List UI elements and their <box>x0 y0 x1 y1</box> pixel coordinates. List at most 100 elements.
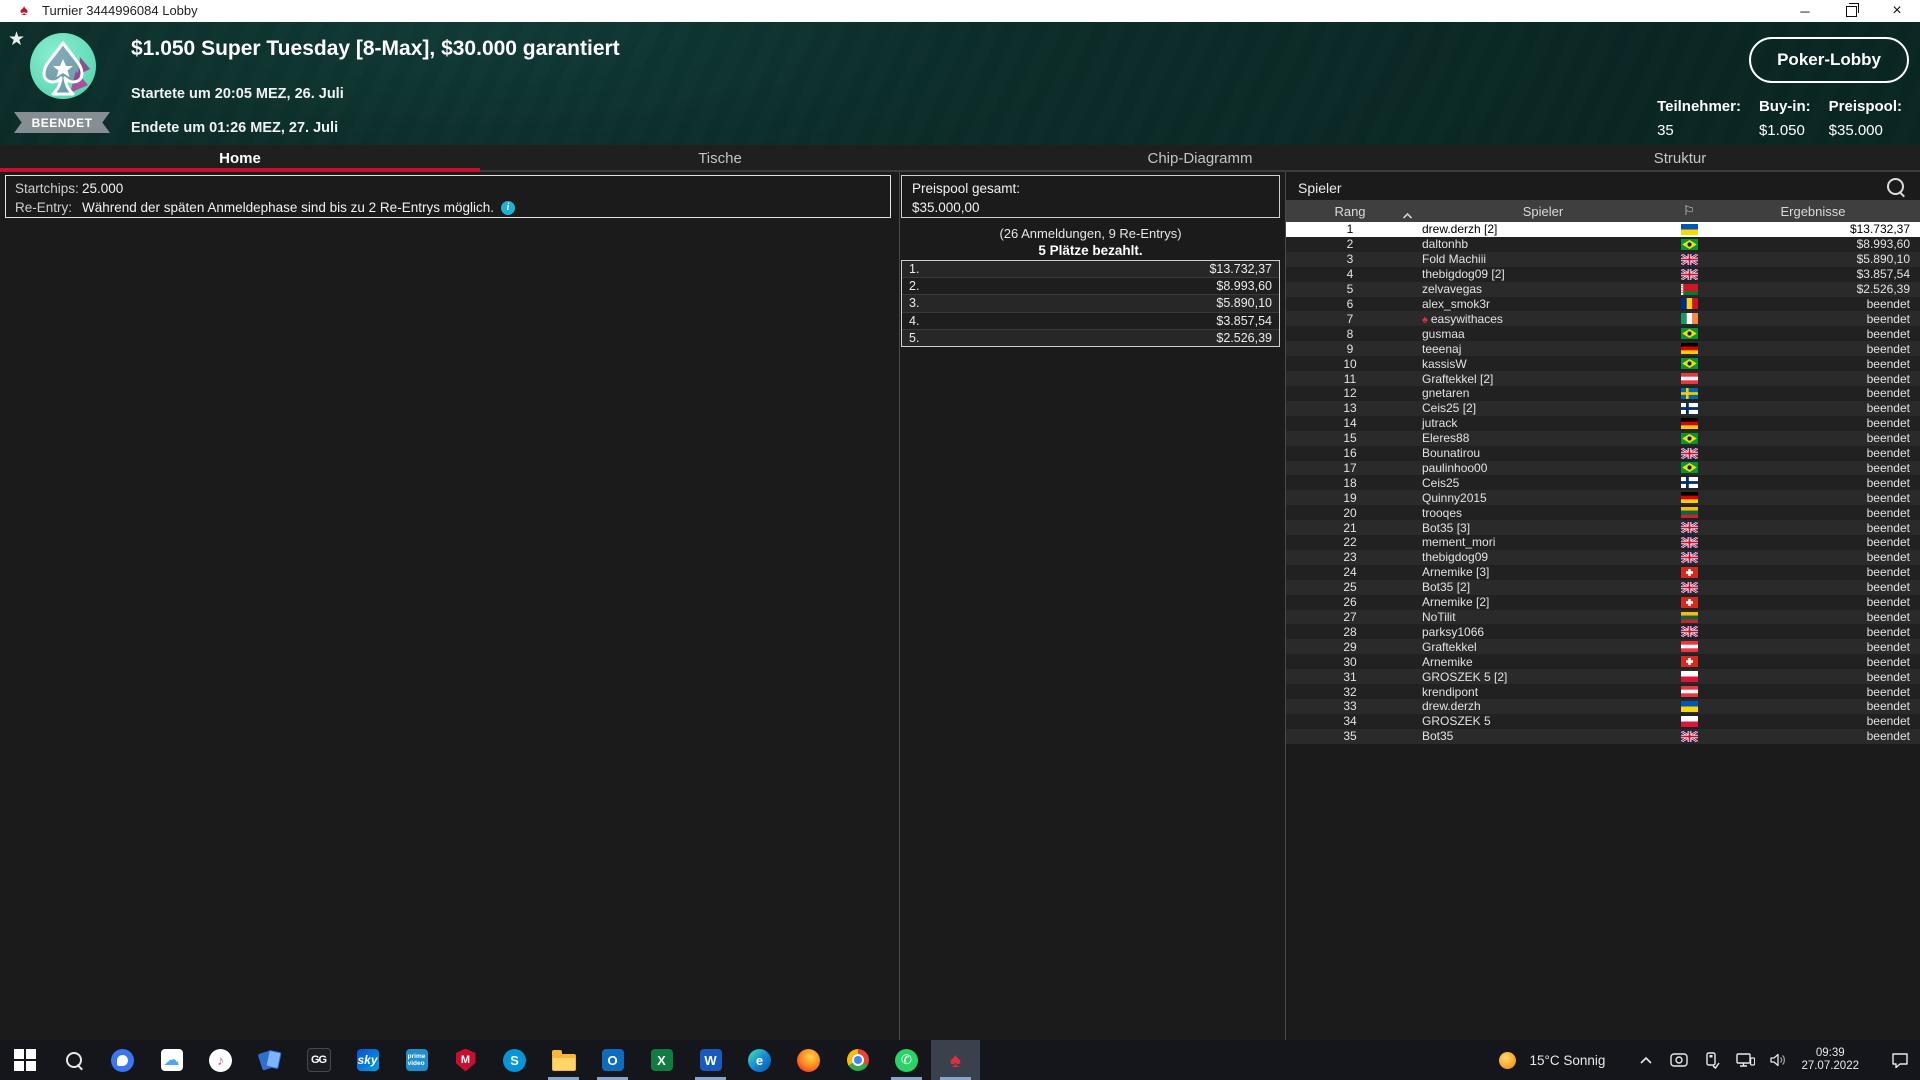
player-row-5[interactable]: 5zelvavegas$2.526,39 <box>1286 282 1920 297</box>
end-time-text: Endete um 01:26 MEZ, 27. Juli <box>131 120 338 136</box>
player-row-34[interactable]: 34GROSZEK 5beendet <box>1286 714 1920 729</box>
flag-poland-icon <box>1672 671 1706 682</box>
player-row-23[interactable]: 23thebigdog09beendet <box>1286 550 1920 565</box>
taskbar-start-icon[interactable] <box>0 1040 49 1080</box>
player-row-24[interactable]: 24Arnemike [3]beendet <box>1286 565 1920 580</box>
taskbar-file-explorer-icon[interactable] <box>539 1040 588 1080</box>
search-icon[interactable] <box>1887 178 1904 195</box>
player-row-25[interactable]: 25Bot35 [2]beendet <box>1286 580 1920 595</box>
player-row-8[interactable]: 8gusmaabeendet <box>1286 326 1920 341</box>
player-row-3[interactable]: 3Fold Machiii$5.890,10 <box>1286 252 1920 267</box>
tab-chip-diagramm[interactable]: Chip-Diagramm <box>960 145 1440 172</box>
taskbar-firefox-icon[interactable] <box>784 1040 833 1080</box>
column-header-flag[interactable]: ⚐ <box>1672 203 1706 219</box>
restore-button[interactable] <box>1828 0 1874 22</box>
player-result: beendet <box>1706 655 1920 669</box>
network-icon[interactable] <box>1735 1052 1755 1068</box>
player-row-6[interactable]: 6alex_smok3rbeendet <box>1286 297 1920 312</box>
player-row-30[interactable]: 30Arnemikebeendet <box>1286 654 1920 669</box>
player-row-15[interactable]: 15Eleres88beendet <box>1286 431 1920 446</box>
player-name: GROSZEK 5 <box>1414 714 1672 728</box>
player-row-35[interactable]: 35Bot35beendet <box>1286 729 1920 744</box>
tray-expand-chevron-icon[interactable] <box>1636 1056 1656 1065</box>
taskbar-excel-icon[interactable]: X <box>637 1040 686 1080</box>
player-row-16[interactable]: 16Bounatiroubeendet <box>1286 446 1920 461</box>
player-name: gnetaren <box>1414 386 1672 400</box>
player-rank: 10 <box>1286 357 1414 371</box>
player-row-19[interactable]: 19Quinny2015beendet <box>1286 490 1920 505</box>
taskbar-word-icon[interactable]: W <box>686 1040 735 1080</box>
lobby-content: Startchips:25.000Re-Entry:Während der sp… <box>0 172 1920 1040</box>
player-rank: 6 <box>1286 297 1414 311</box>
taskbar-pokerstars-icon[interactable]: ♠ <box>931 1040 980 1080</box>
taskbar-icloud-icon[interactable]: ☁ <box>147 1040 196 1080</box>
player-row-29[interactable]: 29Graftekkelbeendet <box>1286 639 1920 654</box>
player-name: jutrack <box>1414 416 1672 430</box>
player-result: beendet <box>1706 431 1920 445</box>
info-icon[interactable]: i <box>501 201 515 215</box>
player-name: Arnemike <box>1414 655 1672 669</box>
player-result: beendet <box>1706 297 1920 311</box>
player-row-11[interactable]: 11Graftekkel [2]beendet <box>1286 371 1920 386</box>
player-rank: 4 <box>1286 267 1414 281</box>
player-row-28[interactable]: 28parksy1066beendet <box>1286 624 1920 639</box>
taskbar-edge-icon[interactable]: e <box>735 1040 784 1080</box>
taskbar-itunes-icon[interactable]: ♪ <box>196 1040 245 1080</box>
player-row-12[interactable]: 12gnetarenbeendet <box>1286 386 1920 401</box>
player-result: beendet <box>1706 446 1920 460</box>
usb-device-icon[interactable] <box>1702 1052 1722 1069</box>
taskbar-whatsapp-icon[interactable]: ✆ <box>882 1040 931 1080</box>
player-rank: 33 <box>1286 699 1414 713</box>
flag-uk-icon <box>1672 537 1706 548</box>
tab-tische[interactable]: Tische <box>480 145 960 172</box>
player-row-1[interactable]: 1drew.derzh [2]$13.732,37 <box>1286 222 1920 237</box>
taskbar-signal-icon[interactable] <box>98 1040 147 1080</box>
player-name: Bounatirou <box>1414 446 1672 460</box>
column-header-rank[interactable]: Rang <box>1286 204 1414 219</box>
player-row-31[interactable]: 31GROSZEK 5 [2]beendet <box>1286 669 1920 684</box>
player-row-22[interactable]: 22mement_moribeendet <box>1286 535 1920 550</box>
notification-center-icon[interactable] <box>1890 1052 1910 1069</box>
flag-switzerland-icon <box>1672 567 1706 578</box>
tab-struktur[interactable]: Struktur <box>1440 145 1920 172</box>
column-header-result[interactable]: Ergebnisse <box>1706 204 1920 219</box>
player-row-27[interactable]: 27NoTilitbeendet <box>1286 610 1920 625</box>
minimize-button[interactable]: ─ <box>1782 0 1828 22</box>
taskbar-skype-icon[interactable]: S <box>490 1040 539 1080</box>
meet-now-icon[interactable] <box>1669 1052 1689 1068</box>
column-header-player[interactable]: Spieler <box>1414 204 1672 219</box>
tournament-header: ★ BEENDET $1.050 Super Tuesday [8-Max], … <box>0 22 1920 145</box>
player-row-4[interactable]: 4thebigdog09 [2]$3.857,54 <box>1286 267 1920 282</box>
player-result: beendet <box>1706 461 1920 475</box>
player-row-20[interactable]: 20trooqesbeendet <box>1286 505 1920 520</box>
tab-home[interactable]: Home <box>0 145 480 172</box>
weather-text[interactable]: 15°C Sonnig <box>1529 1053 1605 1068</box>
player-row-14[interactable]: 14jutrackbeendet <box>1286 416 1920 431</box>
taskbar-outlook-icon[interactable]: O <box>588 1040 637 1080</box>
volume-icon[interactable] <box>1768 1052 1788 1068</box>
player-row-2[interactable]: 2daltonhb$8.993,60 <box>1286 237 1920 252</box>
taskbar-poker-cards-icon[interactable] <box>245 1040 294 1080</box>
player-rank: 31 <box>1286 670 1414 684</box>
taskbar-sky-icon[interactable]: sky <box>343 1040 392 1080</box>
taskbar-clock[interactable]: 09:39 27.07.2022 <box>1801 1047 1859 1073</box>
player-row-33[interactable]: 33drew.derzhbeendet <box>1286 699 1920 714</box>
player-row-18[interactable]: 18Ceis25beendet <box>1286 475 1920 490</box>
player-row-32[interactable]: 32krendipontbeendet <box>1286 684 1920 699</box>
player-row-26[interactable]: 26Arnemike [2]beendet <box>1286 595 1920 610</box>
close-button[interactable]: × <box>1874 0 1920 22</box>
poker-lobby-button[interactable]: Poker-Lobby <box>1749 37 1909 83</box>
player-row-13[interactable]: 13Ceis25 [2]beendet <box>1286 401 1920 416</box>
taskbar-prime-video-icon[interactable]: primevideo <box>392 1040 441 1080</box>
player-row-17[interactable]: 17paulinhoo00beendet <box>1286 461 1920 476</box>
taskbar-mcafee-icon[interactable]: M <box>441 1040 490 1080</box>
player-row-7[interactable]: 7♠easywithacesbeendet <box>1286 311 1920 326</box>
favorite-star-icon[interactable]: ★ <box>8 28 25 51</box>
taskbar-search-icon[interactable] <box>49 1040 98 1080</box>
weather-sun-icon[interactable] <box>1499 1052 1516 1069</box>
player-row-9[interactable]: 9teeenajbeendet <box>1286 341 1920 356</box>
taskbar-chrome-icon[interactable] <box>833 1040 882 1080</box>
taskbar-ggpoker-icon[interactable]: GG <box>294 1040 343 1080</box>
player-row-21[interactable]: 21Bot35 [3]beendet <box>1286 520 1920 535</box>
player-row-10[interactable]: 10kassisWbeendet <box>1286 356 1920 371</box>
